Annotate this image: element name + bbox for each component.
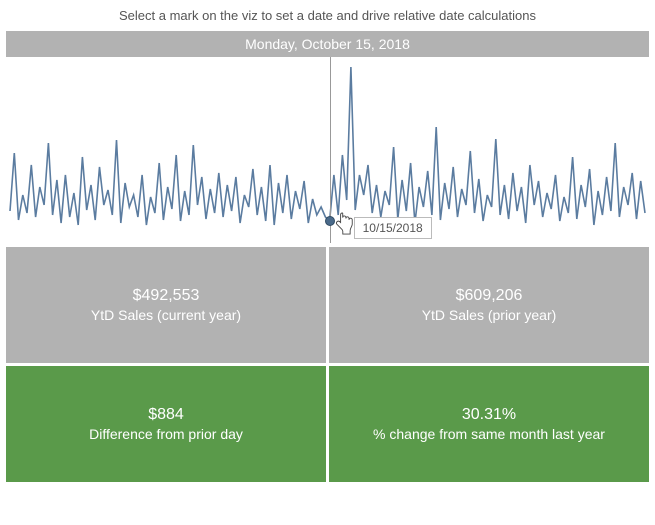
tile-ytd-current: $492,553 YtD Sales (current year) (6, 247, 326, 363)
date-tooltip: 10/15/2018 (354, 217, 432, 239)
kpi-tiles: $492,553 YtD Sales (current year) $609,2… (6, 247, 649, 482)
diff-day-label: Difference from prior day (6, 426, 326, 442)
tile-pct-change: 30.31% % change from same month last yea… (329, 366, 649, 482)
tile-diff-day: $884 Difference from prior day (6, 366, 326, 482)
pct-change-value: 30.31% (329, 406, 649, 424)
diff-day-value: $884 (6, 406, 326, 424)
instruction-text: Select a mark on the viz to set a date a… (6, 4, 649, 31)
chart-svg[interactable] (6, 57, 649, 243)
selected-point-marker (325, 216, 335, 226)
ytd-prior-label: YtD Sales (prior year) (329, 307, 649, 323)
ytd-current-value: $492,553 (6, 287, 326, 305)
line-chart[interactable]: 10/15/2018 (6, 57, 649, 243)
ytd-current-label: YtD Sales (current year) (6, 307, 326, 323)
tile-ytd-prior: $609,206 YtD Sales (prior year) (329, 247, 649, 363)
selected-date-bar: Monday, October 15, 2018 (6, 31, 649, 57)
ytd-prior-value: $609,206 (329, 287, 649, 305)
pct-change-label: % change from same month last year (329, 426, 649, 442)
